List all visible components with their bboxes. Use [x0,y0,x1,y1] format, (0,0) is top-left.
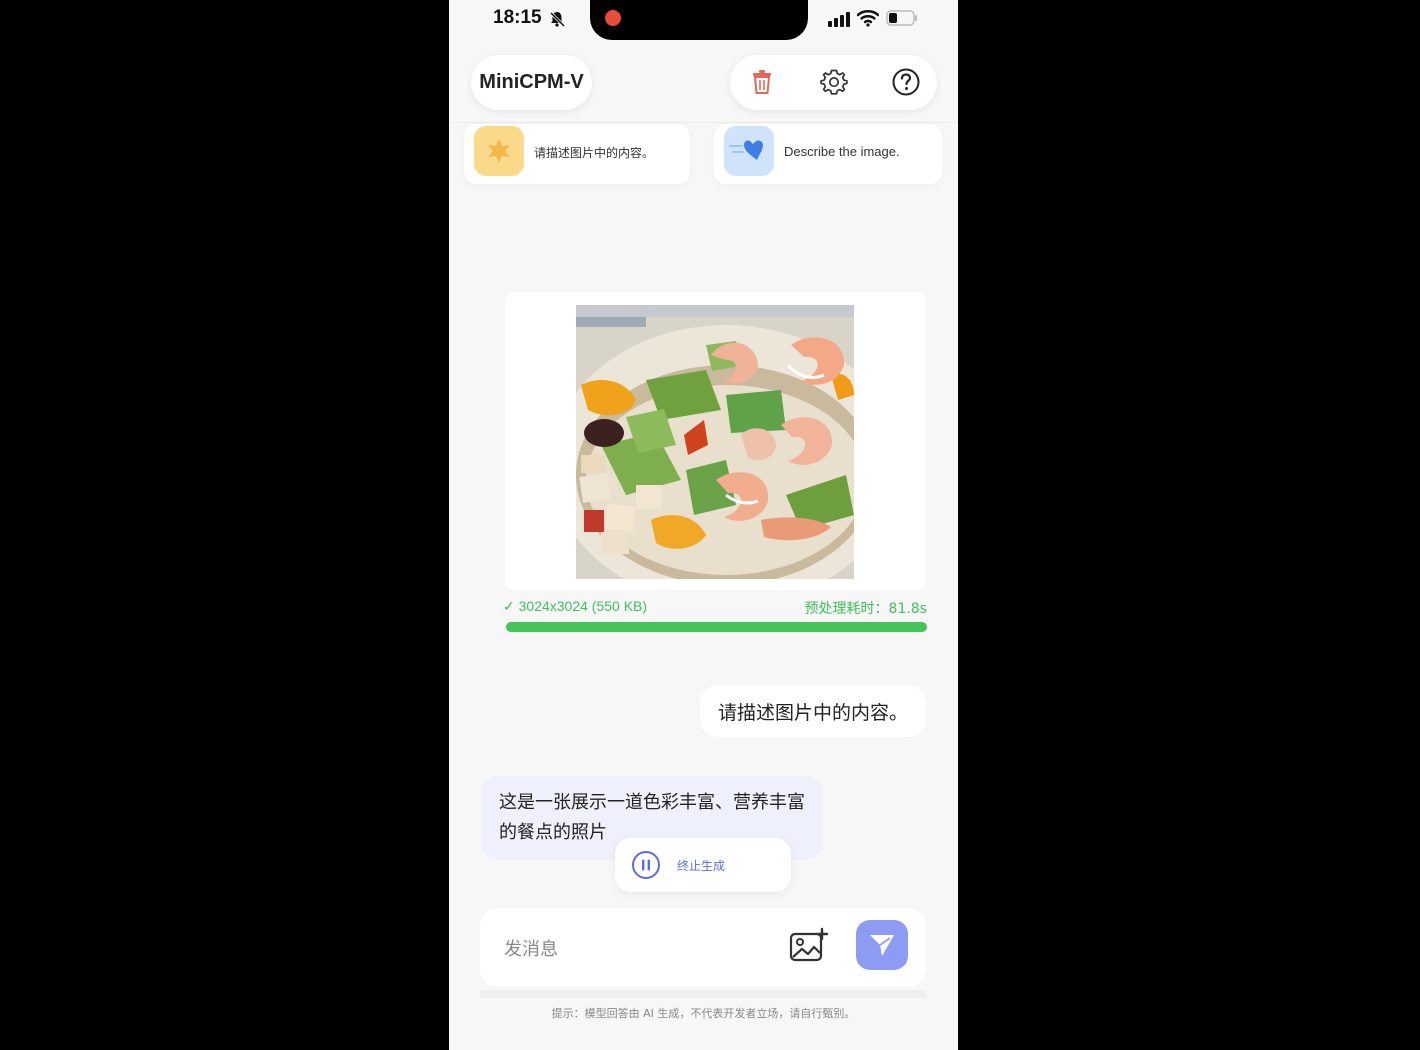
uploaded-food-photo[interactable] [576,305,854,579]
add-image-icon [789,927,829,962]
image-dimensions: 3024x3024 (550 KB) [518,598,648,614]
silent-bell-icon [549,11,566,28]
message-composer [480,908,926,987]
stop-generation-label: 终止生成 [677,859,726,873]
recording-indicator-icon [605,10,621,26]
prompt-suggestion-label: 请描述图片中的内容。 [534,146,655,160]
phone-screen: 18:15 MiniCPM-V 请描述图片中的内容。 Describe the … [449,0,958,1050]
composer-shadow [480,990,926,998]
star-badge-icon [474,126,524,176]
preprocess-time: 预处理耗时：81.8s [804,601,927,617]
header-actions [730,55,937,110]
add-image-button[interactable] [788,927,830,965]
gear-icon [820,69,848,95]
trash-icon [753,70,771,94]
stop-generation-button[interactable]: 终止生成 [615,838,791,892]
wifi-icon [857,10,879,27]
cellular-signal-icon [828,12,850,27]
preprocess-progress-bar [506,622,927,632]
app-title: MiniCPM-V [471,55,592,110]
check-circle-icon: ✓ [503,598,519,614]
heart-speed-icon [724,126,774,176]
pause-circle-icon [632,851,660,879]
clear-chat-button[interactable] [746,66,778,98]
header-divider [449,122,958,123]
prompt-suggestion-chinese[interactable]: 请描述图片中的内容。 [464,124,690,184]
message-input[interactable] [502,930,766,968]
help-icon [892,68,920,96]
prompt-suggestion-label: Describe the image. [784,144,900,159]
send-icon [870,935,894,956]
status-time: 18:15 [493,7,542,28]
dynamic-island [590,0,808,40]
image-meta: ✓ 3024x3024 (550 KB) [503,598,647,615]
help-button[interactable] [890,66,922,98]
battery-icon [886,10,917,26]
preprocess-progress-fill [506,622,927,632]
user-message-bubble: 请描述图片中的内容。 [699,685,926,737]
settings-button[interactable] [818,66,850,98]
send-button[interactable] [856,920,908,970]
status-bar: 18:15 [449,0,958,40]
prompt-suggestion-english[interactable]: Describe the image. [714,124,942,184]
ai-disclaimer: 提示：模型回答由 AI 生成，不代表开发者立场，请自行甄别。 [551,1007,856,1020]
